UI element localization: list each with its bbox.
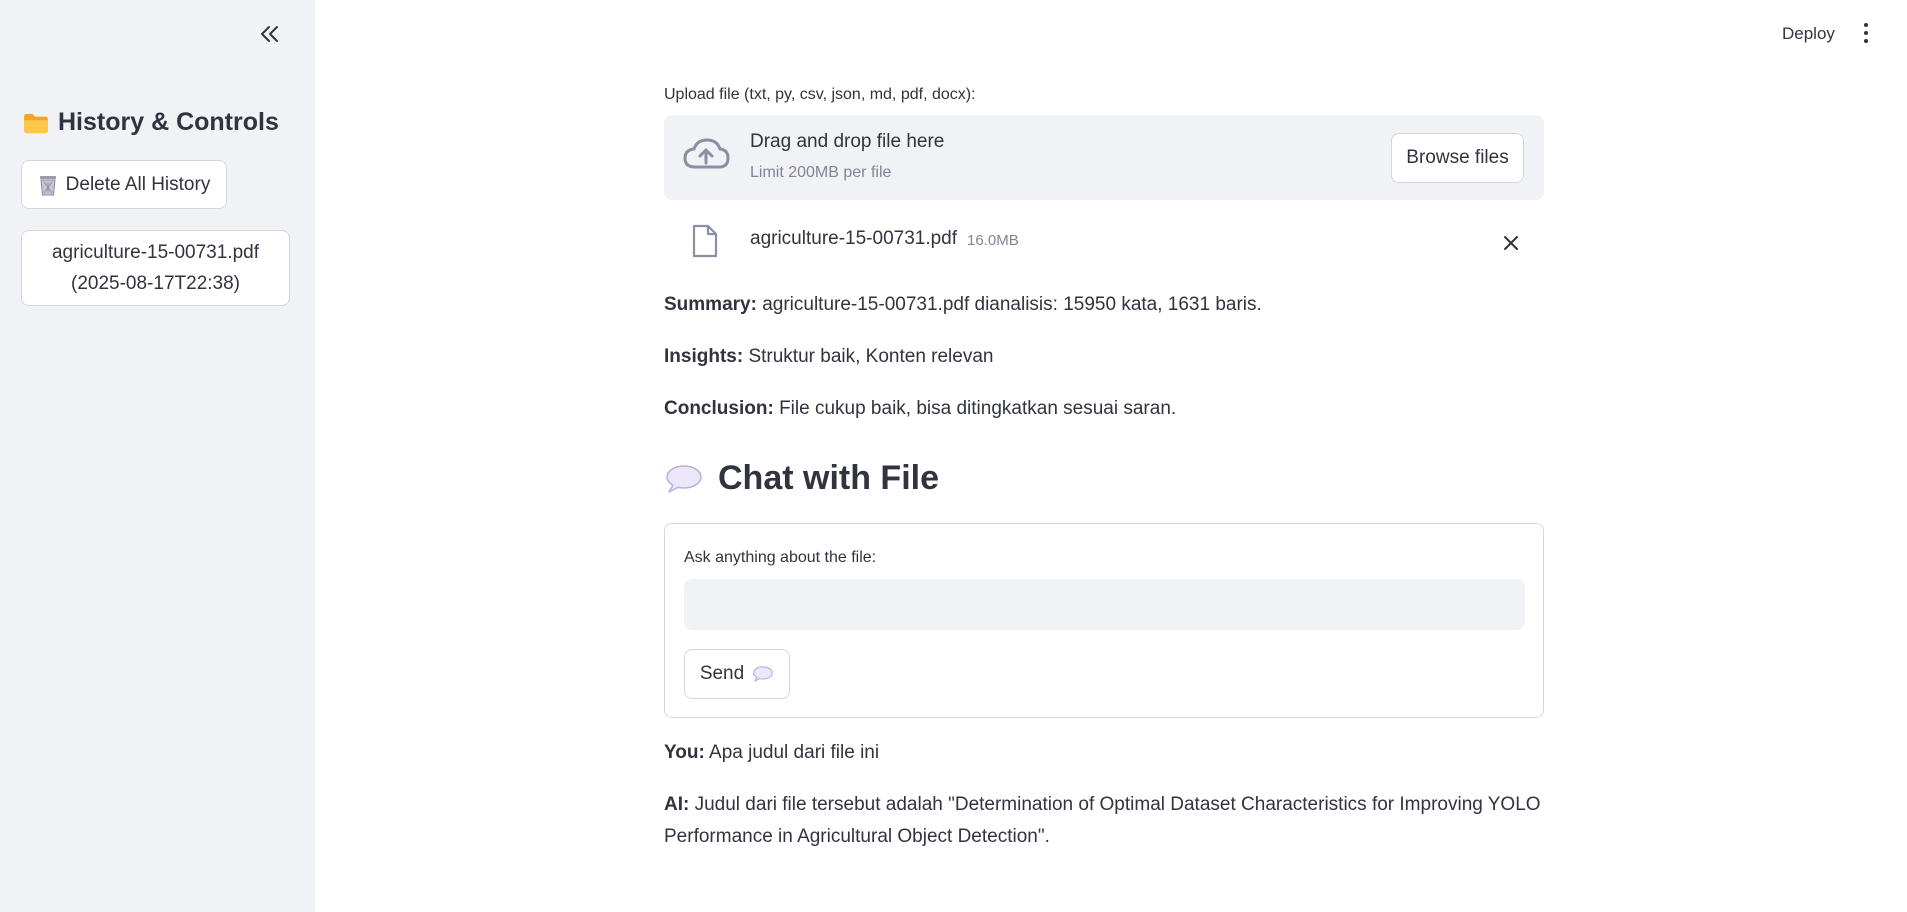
send-label: Send [699, 663, 745, 684]
summary-label: Summary: [664, 294, 757, 315]
uploaded-file-name: agriculture-15-00731.pdf [750, 228, 958, 249]
wastebasket-icon [39, 175, 56, 195]
conclusion-line: Conclusion: File cukup baik, bisa diting… [664, 393, 1176, 425]
summary-text: agriculture-15-00731.pdf dianalisis: 159… [762, 294, 1262, 315]
message-text: Judul dari file tersebut adalah "Determi… [664, 794, 1541, 847]
message-role: AI: [664, 794, 690, 815]
close-icon [1504, 236, 1518, 250]
insights-text: Struktur baik, Konten relevan [748, 346, 994, 367]
send-button[interactable]: Send [684, 649, 790, 699]
conclusion-label: Conclusion: [664, 398, 774, 419]
summary-line: Summary: agriculture-15-00731.pdf dianal… [664, 289, 1262, 321]
file-icon [692, 224, 718, 258]
history-item-timestamp: (2025-08-17T22:38) [71, 273, 240, 294]
uploaded-file-row: agriculture-15-00731.pdf 16.0MB [664, 222, 1544, 262]
sidebar-title: History & Controls [23, 108, 279, 137]
delete-all-history-label: Delete All History [65, 173, 211, 195]
sidebar-title-text: History & Controls [58, 108, 279, 136]
history-item-filename: agriculture-15-00731.pdf [51, 242, 260, 263]
message-role: You: [664, 742, 705, 763]
collapse-sidebar-button[interactable] [254, 18, 286, 50]
ask-input[interactable] [684, 579, 1525, 630]
message-text: Apa judul dari file ini [709, 742, 880, 763]
conclusion-text: File cukup baik, bisa ditingkatkan sesua… [779, 398, 1177, 419]
speech-bubble-icon [666, 464, 702, 493]
more-options-icon[interactable] [1856, 18, 1876, 48]
insights-label: Insights: [664, 346, 744, 367]
upload-label: Upload file (txt, py, csv, json, md, pdf… [664, 86, 976, 103]
chat-heading-text: Chat with File [718, 459, 939, 497]
cloud-upload-icon [683, 138, 730, 169]
folder-icon [24, 113, 48, 133]
remove-file-button[interactable] [1494, 226, 1528, 260]
ask-label: Ask anything about the file: [684, 549, 877, 566]
insights-line: Insights: Struktur baik, Konten relevan [664, 341, 993, 373]
file-dropzone[interactable]: Drag and drop file here Limit 200MB per … [664, 115, 1544, 200]
uploaded-file-size: 16.0MB [967, 232, 1019, 249]
chat-form: Ask anything about the file: Send [664, 523, 1544, 718]
speech-bubble-icon [753, 666, 774, 682]
chat-message-ai: AI: Judul dari file tersebut adalah "Det… [664, 789, 1544, 853]
dropzone-title: Drag and drop file here [750, 131, 945, 152]
deploy-button[interactable]: Deploy [1770, 20, 1847, 48]
chat-message-user: You: Apa judul dari file ini [664, 737, 879, 769]
sidebar: History & Controls Delete All History ag… [0, 0, 315, 912]
dropzone-limit: Limit 200MB per file [750, 164, 892, 181]
browse-files-button[interactable]: Browse files [1391, 133, 1524, 183]
double-chevron-left-icon [261, 26, 278, 42]
delete-all-history-button[interactable]: Delete All History [21, 160, 227, 209]
chat-heading: Chat with File [664, 459, 939, 498]
history-item[interactable]: agriculture-15-00731.pdf (2025-08-17T22:… [21, 230, 290, 306]
